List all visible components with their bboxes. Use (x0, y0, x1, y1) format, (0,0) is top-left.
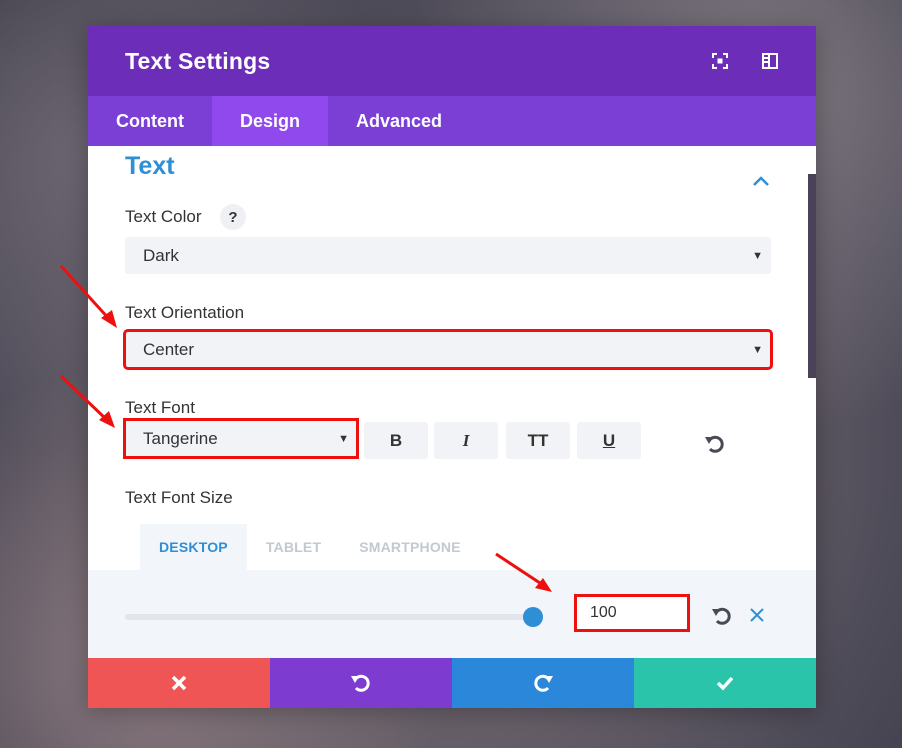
tab-desktop[interactable]: DESKTOP (140, 524, 247, 570)
text-font-label: Text Font (125, 398, 195, 417)
tab-tablet[interactable]: TABLET (247, 524, 340, 570)
font-size-panel: 100 (88, 570, 816, 658)
text-color-label: Text Color (125, 207, 202, 226)
italic-button[interactable]: I (434, 422, 498, 459)
sidebar-icon[interactable] (761, 52, 779, 70)
uppercase-button[interactable]: TT (506, 422, 570, 459)
settings-body: Text Text Color ? Dark ▼ Text Orientatio… (88, 146, 816, 658)
modal-header: Text Settings (88, 26, 816, 96)
text-color-value: Dark (143, 245, 179, 265)
caret-down-icon: ▼ (752, 249, 763, 262)
text-font-select[interactable]: Tangerine ▼ (123, 418, 359, 459)
tab-smartphone[interactable]: SMARTPHONE (340, 524, 480, 570)
reset-icon[interactable] (711, 605, 733, 627)
annotation-arrow (59, 374, 115, 428)
undo-button[interactable] (270, 658, 452, 708)
tab-content[interactable]: Content (88, 96, 212, 146)
annotation-arrow (495, 552, 552, 592)
modal-footer (88, 658, 816, 708)
text-orientation-select[interactable]: Center ▼ (123, 329, 773, 370)
annotation-arrow (59, 264, 117, 328)
text-color-select[interactable]: Dark ▼ (125, 237, 771, 274)
undo-icon (351, 674, 370, 692)
section-title: Text (125, 152, 175, 180)
redo-icon (534, 674, 553, 692)
expand-icon[interactable] (711, 52, 729, 70)
save-button[interactable] (634, 658, 816, 708)
text-orientation-value: Center (143, 339, 195, 359)
reset-icon[interactable] (704, 433, 726, 455)
caret-down-icon: ▼ (752, 343, 763, 356)
tab-design[interactable]: Design (211, 96, 328, 146)
settings-modal: Text Settings Content Design Advanced Te… (88, 26, 816, 708)
modal-title: Text Settings (125, 47, 271, 74)
font-size-slider-track[interactable] (125, 614, 533, 620)
bold-button[interactable]: B (364, 422, 428, 459)
close-icon (171, 675, 187, 691)
text-font-value: Tangerine (143, 428, 218, 448)
check-icon (716, 676, 734, 691)
font-size-input[interactable]: 100 (574, 594, 690, 632)
device-tabs: DESKTOP TABLET SMARTPHONE (140, 524, 480, 570)
text-font-size-label: Text Font Size (125, 488, 233, 507)
help-button[interactable]: ? (220, 204, 246, 230)
cancel-button[interactable] (88, 658, 270, 708)
chevron-up-icon[interactable] (751, 174, 771, 188)
scrollbar[interactable] (808, 174, 816, 378)
font-size-slider-handle[interactable] (523, 607, 543, 627)
clear-icon[interactable] (749, 607, 765, 623)
redo-button[interactable] (452, 658, 634, 708)
underline-button[interactable]: U (577, 422, 641, 459)
caret-down-icon: ▼ (338, 432, 349, 445)
tab-advanced[interactable]: Advanced (328, 96, 470, 146)
text-orientation-label: Text Orientation (125, 303, 245, 322)
tab-bar: Content Design Advanced (88, 96, 816, 146)
